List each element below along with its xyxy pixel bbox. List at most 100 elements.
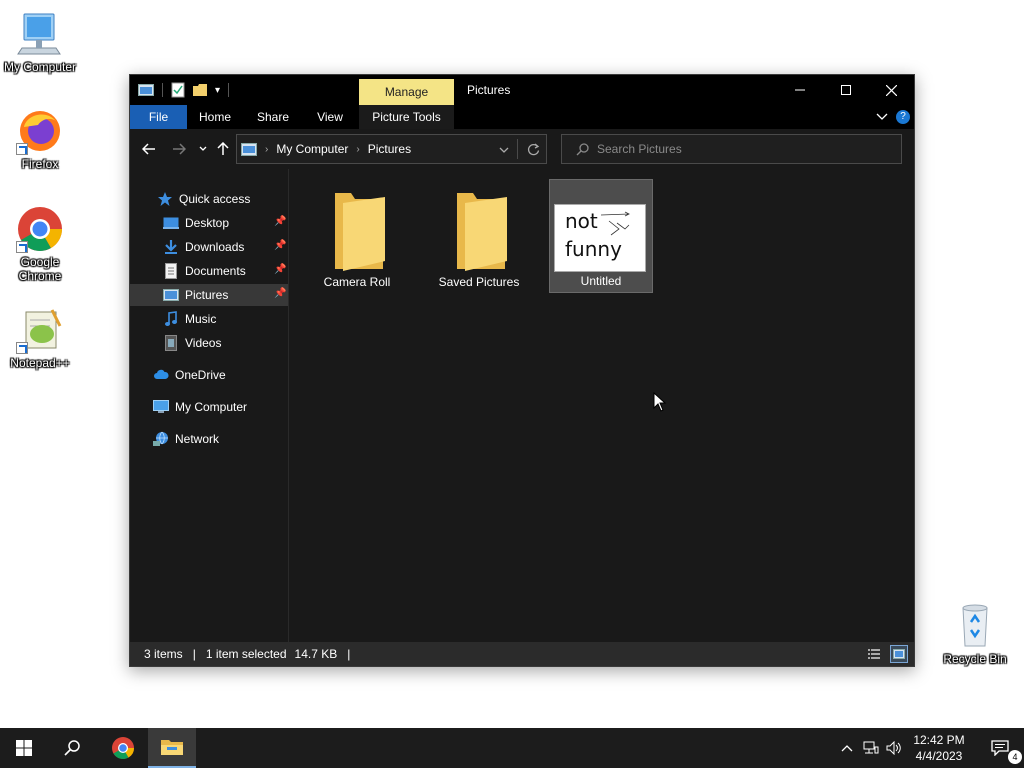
tab-picture-tools[interactable]: Picture Tools	[359, 105, 454, 129]
close-button[interactable]	[868, 75, 914, 105]
file-label: Saved Pictures	[438, 275, 520, 289]
refresh-icon[interactable]	[527, 143, 540, 156]
action-center-button[interactable]: 4	[976, 728, 1024, 768]
up-arrow-icon[interactable]	[217, 142, 229, 156]
network-tray-button[interactable]	[861, 738, 881, 758]
sidebar-item-label: Quick access	[179, 192, 251, 206]
taskbar-chrome-button[interactable]	[99, 728, 147, 768]
pin-icon[interactable]: 📌	[274, 265, 286, 275]
computer-icon	[16, 10, 64, 58]
tab-manage[interactable]: Manage	[359, 79, 454, 106]
recent-locations-icon[interactable]	[199, 146, 207, 152]
pictures-icon	[163, 289, 179, 301]
show-hidden-icons-button[interactable]	[837, 738, 857, 758]
breadcrumb-my-computer[interactable]: My Computer	[276, 142, 348, 156]
help-icon[interactable]: ?	[896, 110, 910, 124]
maximize-button[interactable]	[823, 75, 869, 105]
pin-icon[interactable]: 📌	[274, 241, 286, 251]
folder-icon	[335, 193, 385, 271]
item-count: 3 items	[144, 647, 183, 661]
tab-home[interactable]: Home	[190, 105, 240, 129]
tab-file[interactable]: File	[130, 105, 187, 129]
search-box[interactable]: Search Pictures	[561, 134, 902, 164]
search-input[interactable]: Search Pictures	[597, 142, 682, 156]
computer-icon	[153, 400, 169, 413]
sidebar-item-documents[interactable]: Documents 📌	[130, 260, 288, 282]
sidebar-item-label: Music	[185, 312, 217, 326]
desktop-icon-firefox[interactable]: Firefox	[0, 107, 80, 171]
clock[interactable]: 12:42 PM 4/4/2023	[906, 732, 972, 764]
sidebar-item-label: OneDrive	[175, 368, 226, 382]
maximize-icon	[841, 85, 851, 95]
file-label: Untitled	[580, 274, 622, 288]
selection-count: 1 item selected	[205, 647, 287, 661]
sidebar-item-onedrive[interactable]: OneDrive	[130, 364, 288, 386]
tab-share[interactable]: Share	[248, 105, 298, 129]
pin-icon[interactable]: 📌	[274, 289, 286, 299]
navigation-bar: › My Computer › Pictures Search Pictures	[130, 129, 914, 169]
pin-icon[interactable]: 📌	[274, 217, 286, 227]
pictures-location-icon	[241, 142, 257, 156]
sidebar-item-pictures[interactable]: Pictures 📌	[130, 284, 288, 306]
address-bar[interactable]: › My Computer › Pictures	[236, 134, 547, 164]
minimize-button[interactable]	[777, 75, 823, 105]
sidebar-item-music[interactable]: Music	[130, 308, 288, 330]
desktop-icon-label: My Computer	[3, 60, 77, 74]
shortcut-arrow-icon	[16, 342, 28, 354]
breadcrumb-pictures[interactable]: Pictures	[368, 142, 411, 156]
file-list[interactable]: Camera Roll Saved Pictures not funny Unt…	[289, 169, 914, 642]
status-bar: 3 items | 1 item selected 14.7 KB |	[130, 642, 914, 666]
address-dropdown-icon[interactable]	[499, 147, 509, 153]
folder-icon	[457, 193, 507, 271]
sidebar-item-downloads[interactable]: Downloads 📌	[130, 236, 288, 258]
large-icons-view-button[interactable]	[890, 645, 908, 663]
volume-tray-button[interactable]	[884, 738, 904, 758]
folder-saved-pictures[interactable]: Saved Pictures	[427, 179, 531, 293]
sidebar-item-label: Videos	[185, 336, 222, 350]
file-explorer-window[interactable]: ▾ Manage Pictures File Home Share View P…	[129, 74, 915, 667]
ribbon-tabs: File Home Share View Picture Tools ?	[130, 105, 914, 129]
back-arrow-icon[interactable]	[142, 143, 156, 155]
taskbar-file-explorer-button[interactable]	[148, 728, 196, 768]
chrome-icon	[112, 737, 134, 759]
thumbnail-text-line: not	[565, 209, 598, 233]
scribble-icon	[600, 211, 630, 236]
sidebar-item-label: My Computer	[175, 400, 248, 414]
sidebar-item-label: Desktop	[185, 216, 230, 230]
file-untitled[interactable]: not funny Untitled	[549, 179, 653, 293]
title-bar[interactable]: ▾ Manage Pictures	[130, 75, 914, 106]
notepadpp-icon	[16, 306, 64, 354]
desktop-icon-recycle-bin[interactable]: Recycle Bin	[935, 602, 1015, 666]
expand-ribbon-icon[interactable]	[876, 113, 888, 121]
large-icons-view-icon	[893, 649, 905, 659]
desktop-icon-chrome[interactable]: Google Chrome	[0, 205, 80, 283]
file-label: Camera Roll	[323, 275, 391, 289]
clock-date: 4/4/2023	[915, 749, 963, 763]
cloud-icon	[154, 369, 169, 379]
sidebar-item-desktop[interactable]: Desktop 📌	[130, 212, 288, 234]
properties-icon[interactable]	[171, 82, 185, 98]
selection-size: 14.7 KB	[294, 647, 338, 661]
desktop-icon-my-computer[interactable]: My Computer	[0, 10, 80, 74]
search-button[interactable]	[48, 728, 96, 768]
tab-view[interactable]: View	[305, 105, 355, 129]
sidebar-item-videos[interactable]: Videos	[130, 332, 288, 354]
quick-access-toolbar: ▾	[138, 82, 230, 98]
network-wired-icon	[863, 741, 879, 754]
desktop-icon-label: Notepad++	[10, 356, 70, 370]
details-view-icon[interactable]	[868, 648, 880, 660]
sidebar-item-quick-access[interactable]: Quick access	[130, 188, 288, 210]
chevron-up-icon	[841, 745, 853, 752]
forward-arrow-icon[interactable]	[172, 143, 186, 155]
sidebar-item-my-computer[interactable]: My Computer	[130, 396, 288, 418]
windows-logo-icon	[16, 740, 32, 756]
desktop-icon-notepadpp[interactable]: Notepad++	[0, 306, 80, 370]
folder-camera-roll[interactable]: Camera Roll	[305, 179, 409, 293]
start-button[interactable]	[0, 728, 48, 768]
customize-qat-icon[interactable]: ▾	[215, 85, 220, 96]
sidebar-item-network[interactable]: Network	[130, 428, 288, 450]
window-title: Pictures	[467, 83, 511, 97]
shortcut-arrow-icon	[16, 241, 28, 253]
sidebar-item-label: Pictures	[185, 288, 229, 302]
new-folder-icon[interactable]	[193, 83, 207, 97]
